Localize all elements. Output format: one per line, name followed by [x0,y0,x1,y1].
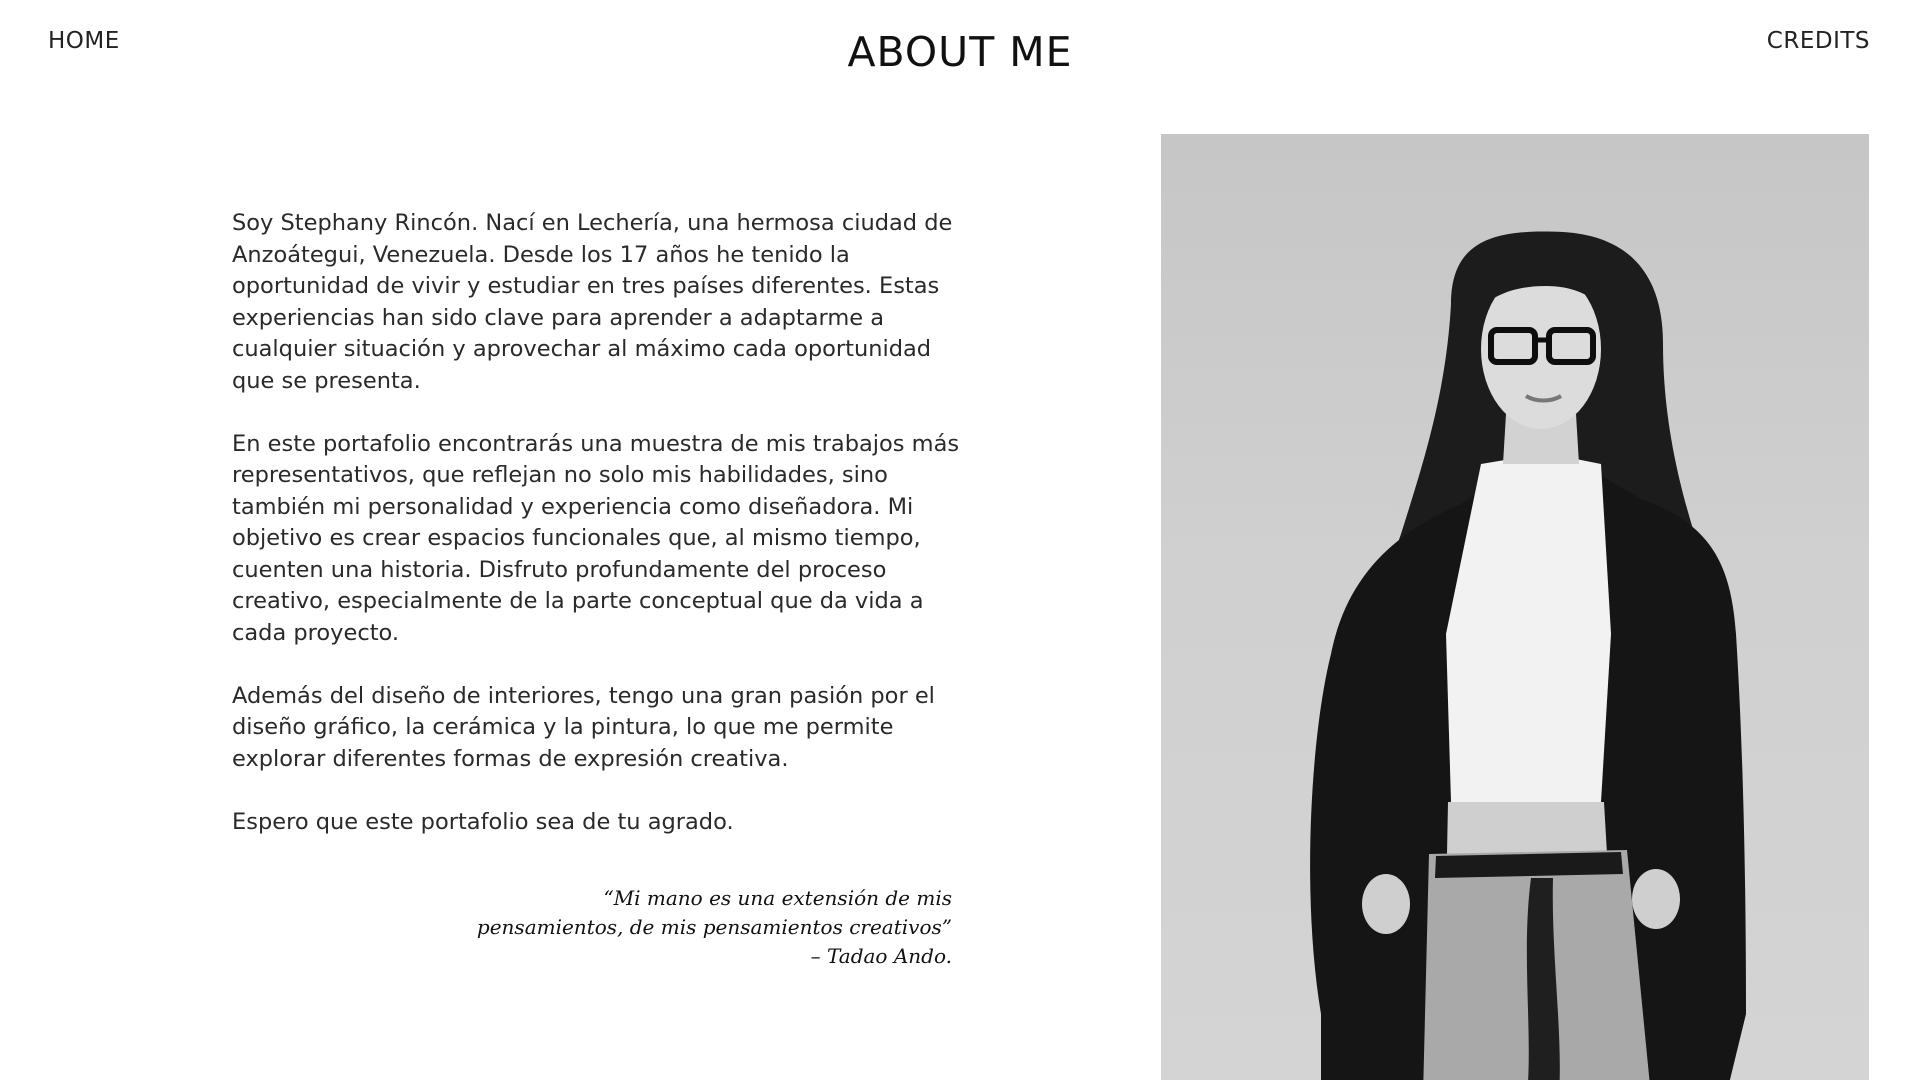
bio-paragraph: En este portafolio encontrarás una muest… [232,430,960,646]
quote-attribution: – Tadao Ando. [810,944,952,968]
bio-paragraph: Espero que este portafolio sea de tu agr… [232,808,734,835]
quote-line: pensamientos, de mis pensamientos creati… [476,915,952,939]
portrait-illustration [1310,231,1746,1080]
left-hand [1362,874,1410,934]
belt [1435,852,1623,878]
page-title: ABOUT ME [847,28,1073,76]
about-page: HOME ABOUT ME CREDITS Soy Stephany Rincó… [0,0,1920,1080]
bio-paragraph: Soy Stephany Rincón. Nací en Lechería, u… [232,210,953,394]
tadao-ando-quote: “Mi mano es una extensión de mis pensami… [420,884,952,971]
nav-credits-link[interactable]: CREDITS [1767,28,1870,54]
right-hand [1632,869,1680,929]
quote-line: “Mi mano es una extensión de mis [603,886,952,910]
bio-paragraph: Además del diseño de interiores, tengo u… [232,682,935,772]
portrait-photo [1161,134,1869,1080]
bio-text: Soy Stephany Rincón. Nací en Lechería, u… [232,208,972,870]
skin [1447,802,1607,854]
